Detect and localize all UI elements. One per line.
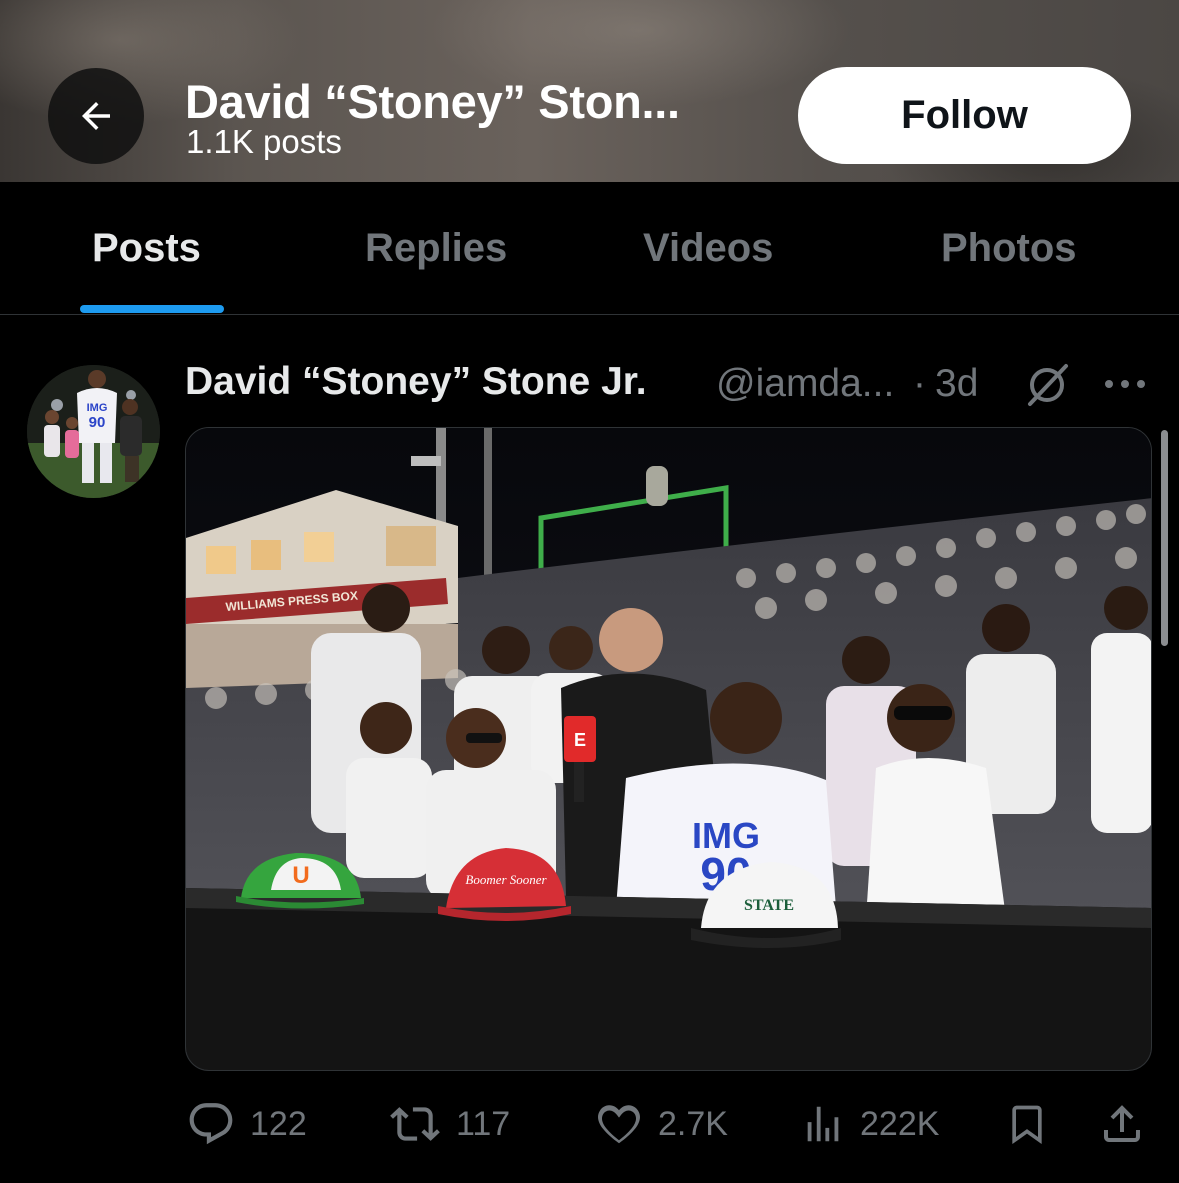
- post-handle[interactable]: @iamda...: [716, 362, 894, 406]
- post-separator: ·: [913, 362, 926, 405]
- views-count: 222K: [860, 1104, 940, 1143]
- repost-count: 117: [456, 1104, 511, 1143]
- post-timestamp[interactable]: 3d: [935, 362, 978, 406]
- mic-flag-text: E: [574, 730, 586, 750]
- like-count: 2.7K: [658, 1104, 728, 1143]
- repost-button[interactable]: 117: [388, 1098, 510, 1150]
- repost-icon: [390, 1107, 440, 1141]
- more-icon[interactable]: [1103, 374, 1147, 394]
- tab-replies[interactable]: Replies: [365, 226, 507, 271]
- views-button[interactable]: 222K: [800, 1098, 939, 1150]
- svg-text:Boomer Sooner: Boomer Sooner: [465, 872, 547, 887]
- share-icon: [1104, 1105, 1140, 1142]
- back-button[interactable]: [48, 68, 144, 164]
- post-media-image[interactable]: WILLIAMS PRESS BOX E IMG 90 U Boomer Soo…: [185, 427, 1152, 1071]
- tab-photos[interactable]: Photos: [941, 226, 1077, 271]
- media-illustration: WILLIAMS PRESS BOX E IMG 90 U Boomer Soo…: [186, 428, 1151, 1070]
- like-icon: [598, 1105, 640, 1144]
- back-arrow-icon: [82, 102, 110, 130]
- svg-text:STATE: STATE: [744, 897, 794, 914]
- bookmark-button[interactable]: [1005, 1098, 1049, 1150]
- avatar-jersey-text: IMG: [87, 402, 108, 414]
- tab-posts[interactable]: Posts: [92, 226, 201, 271]
- profile-screen: David “Stoney” Ston... 1.1K posts Follow…: [0, 0, 1179, 1183]
- svg-text:U: U: [292, 862, 309, 889]
- reply-count: 122: [250, 1104, 307, 1143]
- post-author-name[interactable]: David “Stoney” Stone Jr.: [185, 360, 647, 404]
- reply-icon: [189, 1103, 233, 1145]
- bookmark-icon: [1012, 1105, 1042, 1145]
- scrollbar[interactable]: [1161, 430, 1168, 646]
- tab-active-indicator: [80, 305, 224, 313]
- share-button[interactable]: [1098, 1098, 1146, 1150]
- profile-header: David “Stoney” Ston... 1.1K posts Follow: [0, 0, 1179, 182]
- avatar-photo: IMG 90: [27, 365, 160, 498]
- views-icon: [807, 1106, 839, 1142]
- header-title: David “Stoney” Ston...: [185, 75, 680, 128]
- tab-videos[interactable]: Videos: [643, 226, 773, 271]
- profile-tabs: Posts Replies Videos Photos: [0, 182, 1179, 315]
- grok-icon[interactable]: [1024, 362, 1070, 408]
- posts-count: 1.1K posts: [186, 123, 342, 160]
- like-button[interactable]: 2.7K: [594, 1098, 728, 1150]
- avatar[interactable]: IMG 90: [27, 365, 160, 498]
- svg-text:90: 90: [89, 414, 106, 431]
- reply-button[interactable]: 122: [186, 1098, 307, 1150]
- follow-button[interactable]: Follow: [798, 67, 1131, 164]
